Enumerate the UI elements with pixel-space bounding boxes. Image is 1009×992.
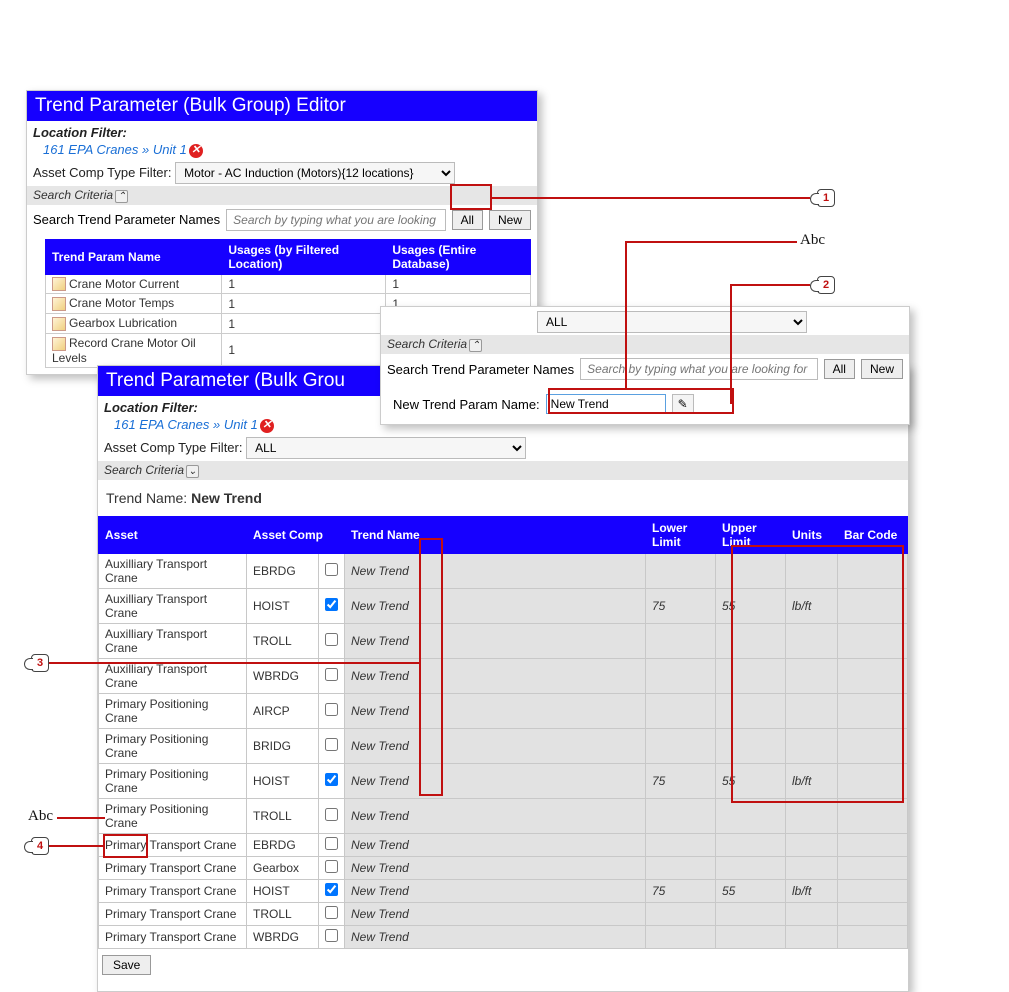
col-usage-db: Usages (Entire Database) <box>386 239 531 274</box>
trend-name-row: Trend Name: New Trend <box>98 480 908 516</box>
callout-box-checkbox-col <box>419 538 443 796</box>
location-filter-label: Location Filter: <box>27 123 537 142</box>
col-trend-name: Trend Param Name <box>46 239 222 274</box>
callout-box-new <box>450 184 492 210</box>
callout-label-abc-2: Abc <box>28 808 53 825</box>
row-checkbox[interactable] <box>325 738 338 751</box>
row-checkbox[interactable] <box>325 773 338 786</box>
table-row[interactable]: Crane Motor Current11 <box>46 274 531 294</box>
breadcrumb2-link-2[interactable]: Unit 1 <box>224 417 258 432</box>
callout-badge-1: 1 <box>817 189 835 207</box>
row-checkbox[interactable] <box>325 633 338 646</box>
callout-badge-4: 4 <box>31 837 49 855</box>
callout-label-abc-1: Abc <box>800 232 825 249</box>
table-row: Primary Positioning CraneTROLLNew Trend <box>99 798 908 833</box>
row-checkbox[interactable] <box>325 883 338 896</box>
asset-comp-filter-select[interactable]: Motor - AC Induction (Motors){12 locatio… <box>175 162 455 184</box>
asset-comp-filter-row: Asset Comp Type Filter: Motor - AC Induc… <box>27 160 537 186</box>
callout-line-abc-h <box>625 241 797 243</box>
row-checkbox[interactable] <box>325 703 338 716</box>
row-checkbox[interactable] <box>325 837 338 850</box>
new-name-label: New Trend Param Name: <box>393 397 540 412</box>
collapse-icon-2[interactable]: ⌃ <box>469 339 482 352</box>
frag-filter-select[interactable]: ALL <box>537 311 807 333</box>
frag-search-criteria-bar[interactable]: Search Criteria⌃ <box>381 335 909 354</box>
callout-box-newname <box>548 388 734 414</box>
row-icon <box>52 277 66 291</box>
callout-line-3 <box>46 662 419 664</box>
col-trend: Trend Name <box>345 516 646 553</box>
search-label: Search Trend Parameter Names <box>33 212 220 227</box>
frag-all-button[interactable]: All <box>824 359 855 379</box>
col-usage-loc: Usages (by Filtered Location) <box>222 239 386 274</box>
row-icon <box>52 337 66 351</box>
callout-line-1 <box>492 197 810 199</box>
callout-box-limits <box>731 545 904 803</box>
row-icon <box>52 297 66 311</box>
frag-search-label: Search Trend Parameter Names <box>387 362 574 377</box>
row-checkbox[interactable] <box>325 668 338 681</box>
row-checkbox[interactable] <box>325 598 338 611</box>
asset-comp-filter-select-2[interactable]: ALL <box>246 437 526 459</box>
close-icon[interactable]: ✕ <box>189 144 203 158</box>
row-checkbox[interactable] <box>325 906 338 919</box>
search-criteria-bar-2[interactable]: Search Criteria⌄ <box>98 461 908 480</box>
frag-new-button[interactable]: New <box>861 359 903 379</box>
breadcrumb2-link-1[interactable]: 161 EPA Cranes <box>114 417 209 432</box>
row-checkbox[interactable] <box>325 563 338 576</box>
col-comp: Asset Comp <box>247 516 345 553</box>
new-button[interactable]: New <box>489 210 531 230</box>
close-icon-2[interactable]: ✕ <box>260 419 274 433</box>
row-checkbox[interactable] <box>325 860 338 873</box>
breadcrumb-link-2[interactable]: Unit 1 <box>153 142 187 157</box>
row-icon <box>52 317 66 331</box>
asset-comp-filter-label: Asset Comp Type Filter: <box>33 165 171 180</box>
table-row: Primary Transport CraneTROLLNew Trend <box>99 902 908 925</box>
row-checkbox[interactable] <box>325 808 338 821</box>
table-row: Primary Transport CraneEBRDGNew Trend <box>99 833 908 856</box>
panel1-title: Trend Parameter (Bulk Group) Editor <box>27 91 537 121</box>
breadcrumb-link-1[interactable]: 161 EPA Cranes <box>43 142 138 157</box>
callout-box-save <box>103 834 148 858</box>
col-low: Lower Limit <box>646 516 716 553</box>
col-asset: Asset <box>99 516 247 553</box>
search-input[interactable] <box>226 209 446 231</box>
callout-line-2h <box>730 284 810 286</box>
callout-line-abc-v <box>625 241 627 389</box>
callout-line-2v <box>730 284 732 404</box>
row-checkbox[interactable] <box>325 929 338 942</box>
callout-line-4 <box>46 845 104 847</box>
all-button[interactable]: All <box>452 210 483 230</box>
expand-icon[interactable]: ⌄ <box>186 465 199 478</box>
table-row: Primary Transport CraneWBRDGNew Trend <box>99 925 908 948</box>
callout-badge-3: 3 <box>31 654 49 672</box>
asset-comp-filter-label-2: Asset Comp Type Filter: <box>104 440 242 455</box>
callout-line-abc2 <box>57 817 105 819</box>
breadcrumb: 161 EPA Cranes » Unit 1✕ <box>27 142 537 160</box>
collapse-icon[interactable]: ⌃ <box>115 190 128 203</box>
table-row: Primary Transport CraneHOISTNew Trend755… <box>99 879 908 902</box>
table-row: Primary Transport CraneGearboxNew Trend <box>99 856 908 879</box>
frag-search-input[interactable] <box>580 358 818 380</box>
callout-badge-2: 2 <box>817 276 835 294</box>
trend-name-value: New Trend <box>191 490 262 506</box>
